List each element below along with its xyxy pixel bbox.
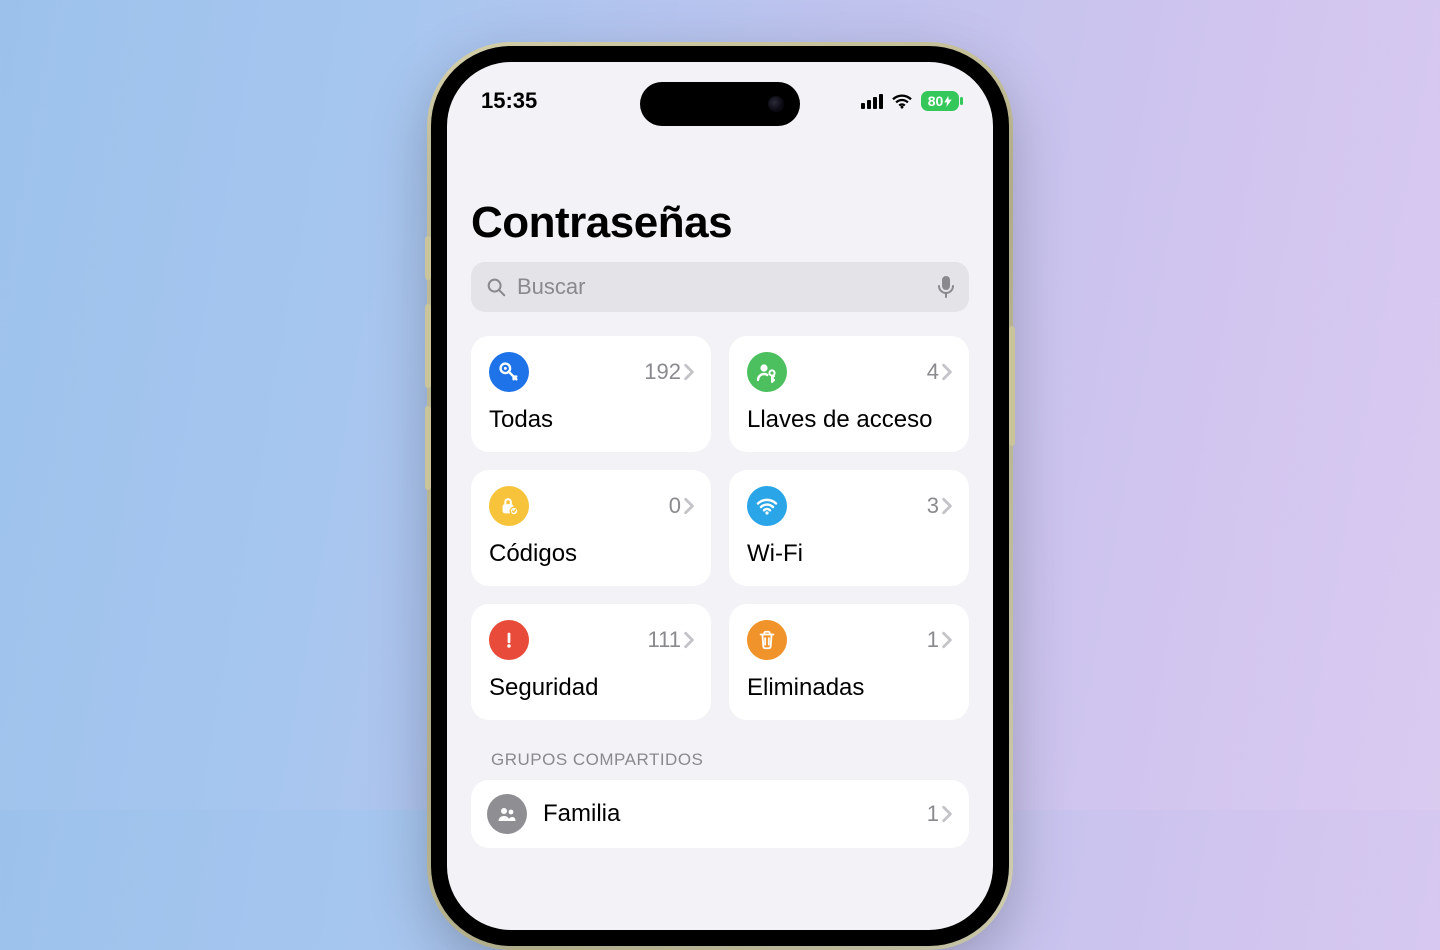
tile-wifi-label: Wi-Fi [747, 540, 953, 568]
phone-volume-down [425, 406, 431, 490]
wifi-icon [747, 486, 787, 526]
tile-passkeys[interactable]: 4 Llaves de acceso [729, 336, 969, 452]
chevron-right-icon [941, 497, 953, 515]
battery-level: 80 [928, 93, 944, 109]
tile-all[interactable]: 192 Todas [471, 336, 711, 452]
tile-deleted-count: 1 [927, 627, 939, 653]
search-icon [485, 276, 507, 298]
key-icon [489, 352, 529, 392]
trash-icon [747, 620, 787, 660]
section-shared-groups-header: GRUPOS COMPARTIDOS [471, 750, 969, 770]
list-item-family-label: Familia [543, 800, 911, 828]
tile-codes[interactable]: 0 Códigos [471, 470, 711, 586]
chevron-right-icon [683, 363, 695, 381]
tile-security[interactable]: 111 Seguridad [471, 604, 711, 720]
tile-passkeys-count: 4 [927, 359, 939, 385]
tile-security-count: 111 [648, 627, 681, 653]
page-title: Contraseñas [471, 198, 969, 248]
lock-icon [489, 486, 529, 526]
alert-icon [489, 620, 529, 660]
tile-deleted-label: Eliminadas [747, 674, 953, 702]
passkey-icon [747, 352, 787, 392]
tile-all-count: 192 [644, 359, 681, 385]
dynamic-island [640, 82, 800, 126]
chevron-right-icon [941, 363, 953, 381]
tile-codes-count: 0 [669, 493, 681, 519]
phone-frame: 15:35 80 Contraseñas [431, 46, 1009, 946]
search-input[interactable] [517, 274, 927, 300]
phone-volume-up [425, 304, 431, 388]
search-field[interactable] [471, 262, 969, 312]
microphone-icon[interactable] [937, 275, 955, 299]
tile-wifi-count: 3 [927, 493, 939, 519]
cellular-icon [861, 93, 883, 109]
categories-grid: 192 Todas 4 [471, 336, 969, 720]
screen: 15:35 80 Contraseñas [447, 62, 993, 930]
status-time: 15:35 [481, 88, 537, 114]
tile-passkeys-label: Llaves de acceso [747, 406, 953, 434]
tile-deleted[interactable]: 1 Eliminadas [729, 604, 969, 720]
shared-groups-list: Familia 1 [471, 780, 969, 848]
list-item-family-count: 1 [927, 801, 939, 827]
phone-power-button [1009, 326, 1015, 446]
tile-all-label: Todas [489, 406, 695, 434]
battery-indicator: 80 [921, 91, 959, 111]
chevron-right-icon [683, 631, 695, 649]
tile-wifi[interactable]: 3 Wi-Fi [729, 470, 969, 586]
tile-security-label: Seguridad [489, 674, 695, 702]
chevron-right-icon [683, 497, 695, 515]
chevron-right-icon [941, 631, 953, 649]
wifi-status-icon [891, 93, 913, 109]
chevron-right-icon [941, 805, 953, 823]
phone-silent-switch [425, 236, 431, 280]
group-icon [487, 794, 527, 834]
list-item-family[interactable]: Familia 1 [471, 780, 969, 848]
tile-codes-label: Códigos [489, 540, 695, 568]
